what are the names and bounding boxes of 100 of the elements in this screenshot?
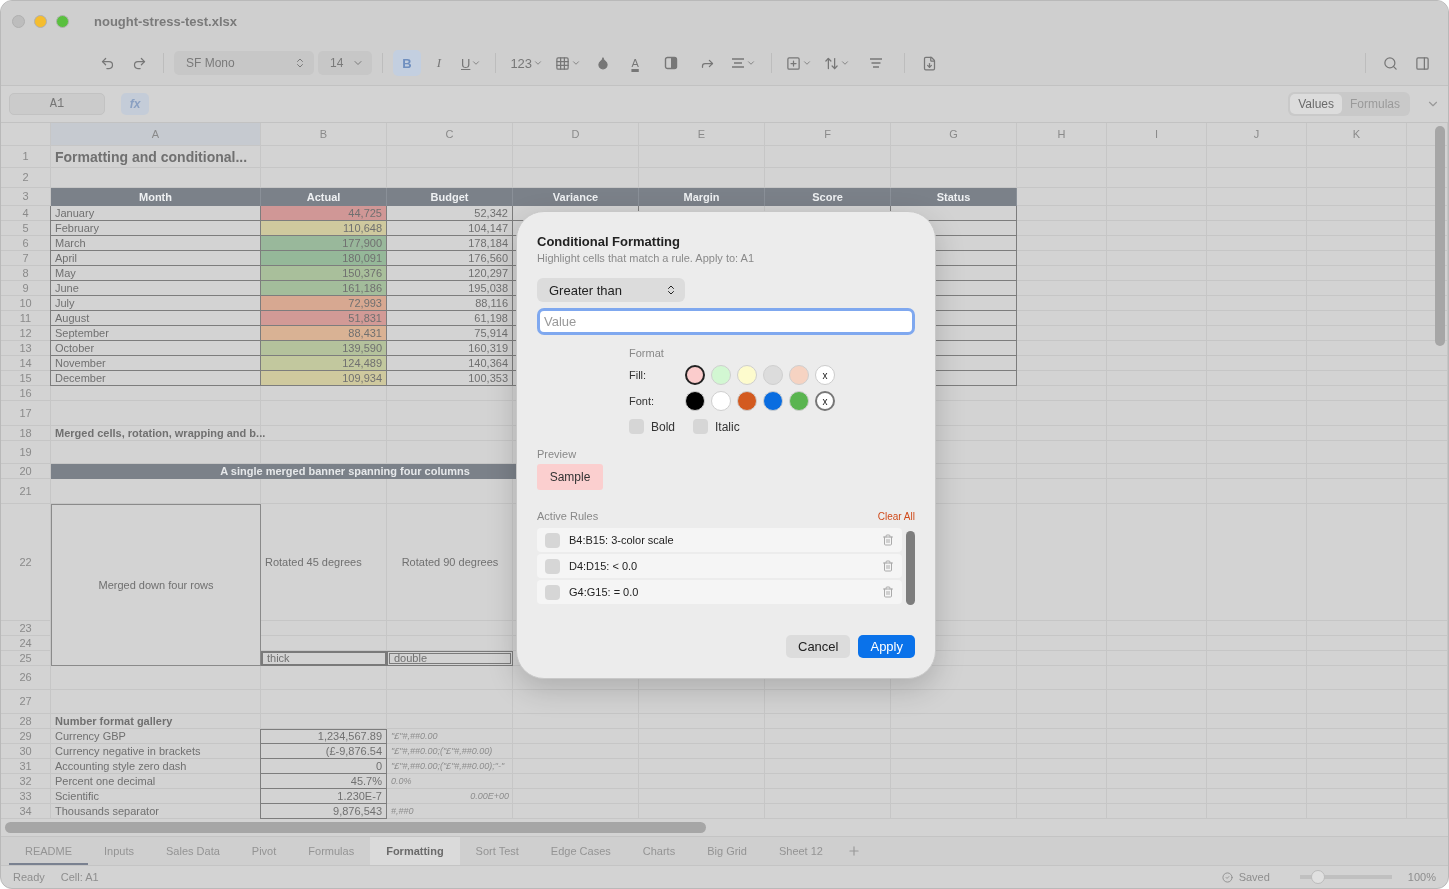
preview-label: Preview <box>537 448 578 460</box>
table-cell: 0 <box>260 758 387 774</box>
delete-icon[interactable] <box>882 560 894 572</box>
table-cell: 1.230E-7 <box>260 788 387 804</box>
delete-icon[interactable] <box>882 586 894 598</box>
table-cell-text: Scientific <box>54 789 101 804</box>
up-down-chevron-icon <box>665 284 677 296</box>
table-cell-text: Rotated 90 degrees <box>400 555 500 571</box>
redo-icon <box>131 55 147 71</box>
table-cell: 9,876,543 <box>260 803 387 819</box>
checkbox[interactable] <box>545 558 560 574</box>
saved-status: Saved <box>1238 871 1270 884</box>
no-fill-swatch[interactable]: x <box>815 365 835 385</box>
section-title: Number format gallery <box>54 714 174 729</box>
rules-label: Active Rules <box>537 510 599 522</box>
font-color-swatch[interactable] <box>763 391 783 411</box>
table-cell-text: Thousands separator <box>54 804 160 819</box>
condition-select[interactable]: Greater than <box>537 278 685 302</box>
plus-icon <box>846 844 861 859</box>
sheet-tab[interactable]: Sort Test <box>459 837 535 866</box>
cell-status: Cell: A1 <box>60 871 99 884</box>
undo-icon <box>99 55 115 71</box>
rule-row[interactable]: G4:G15: = 0.0 <box>537 580 902 604</box>
table-cell: 45.7% <box>260 773 387 789</box>
sheet-tab[interactable]: Big Grid <box>691 837 763 866</box>
bold-button[interactable]: B <box>393 50 421 76</box>
horizontal-scrollbar[interactable] <box>5 821 706 833</box>
filter-icon[interactable] <box>869 57 884 69</box>
window-title: nought-stress-test.xlsx <box>94 13 238 29</box>
dialog-subtitle: Highlight cells that match a rule. Apply to: A1 <box>537 252 756 264</box>
checkbox-label: Bold <box>651 419 676 434</box>
view-toggle-option[interactable]: Values <box>1290 93 1342 114</box>
table-cell: 1,234,567.89 <box>260 728 387 744</box>
font-color-swatch[interactable] <box>711 391 731 411</box>
delete-icon[interactable] <box>882 534 894 546</box>
document-icon <box>921 55 937 71</box>
sheet-tab[interactable]: Formulas <box>292 837 371 866</box>
grid-icon <box>555 55 571 71</box>
format-label: Format <box>629 347 665 359</box>
chevron-down-icon <box>533 58 544 68</box>
format-code: #,##0 <box>390 805 415 819</box>
fill-swatch[interactable] <box>685 365 705 385</box>
align-icon[interactable] <box>730 57 745 69</box>
sheet-tab[interactable]: Edge Cases <box>534 837 627 866</box>
font-color-button[interactable]: A <box>621 50 650 76</box>
table-cell-text: Currency GBP <box>54 729 127 744</box>
value-field[interactable]: Value <box>537 308 915 335</box>
sidebar-icon <box>1414 55 1430 71</box>
table-cell-text: Rotated 45 degrees <box>264 555 363 571</box>
no-font-color-swatch[interactable]: x <box>815 391 835 411</box>
chevron-down-icon <box>571 58 582 68</box>
font-select[interactable]: SF Mono <box>174 51 314 75</box>
clear-all-link[interactable]: Clear All <box>877 510 915 522</box>
zoom-slider-thumb[interactable] <box>1311 870 1326 885</box>
checkbox[interactable] <box>545 532 560 548</box>
table-cell-text: Currency negative in brackets <box>54 744 202 759</box>
checkbox-label: Italic <box>715 419 740 434</box>
rule-row[interactable]: B4:B15: 3-color scale <box>537 528 902 552</box>
chevron-down-icon <box>840 58 851 68</box>
font-color-swatch[interactable] <box>789 391 809 411</box>
chevron-down-icon <box>745 58 756 68</box>
format-code: "£"#,##0.00;("£"#,##0.00) <box>390 745 494 759</box>
font-size-select[interactable]: 14 <box>318 51 372 75</box>
cancel-button[interactable]: Cancel <box>786 635 851 658</box>
close-button[interactable] <box>12 14 25 28</box>
column-header[interactable]: A <box>51 122 261 146</box>
sheet-tab[interactable]: Pivot <box>235 837 293 866</box>
sheet-tab[interactable]: Inputs <box>88 837 151 866</box>
dialog-title: Conditional Formatting <box>537 234 681 249</box>
preview-sample: Sample <box>537 464 603 490</box>
sheet-tab[interactable]: Formatting <box>370 837 460 866</box>
status-text: Ready <box>13 871 45 884</box>
sheet-tab[interactable]: Sales Data <box>150 837 236 866</box>
rules-scrollbar[interactable] <box>906 531 915 605</box>
number-format-button[interactable]: 123 <box>506 50 548 76</box>
format-code: 0.00E+00 <box>469 790 510 804</box>
zoom-button[interactable] <box>56 14 69 28</box>
function-button[interactable]: fx <box>121 92 149 115</box>
rule-row[interactable]: D4:D15: < 0.0 <box>537 554 902 578</box>
table-cell: (£-9,876.54 <box>260 743 387 759</box>
apply-button[interactable]: Apply <box>858 635 915 658</box>
fill-color-icon[interactable] <box>664 56 679 70</box>
sheet-tab[interactable]: Sheet 12 <box>762 837 839 866</box>
underline-button[interactable]: U <box>457 50 486 76</box>
droplet-icon <box>596 56 611 70</box>
chevron-down-icon <box>802 58 813 68</box>
minimize-button[interactable] <box>34 14 47 28</box>
sheet-tab[interactable]: README <box>9 837 89 866</box>
italic-button[interactable]: I <box>425 50 453 76</box>
font-label: Font: <box>629 395 656 407</box>
checkbox[interactable] <box>545 584 560 600</box>
font-color-swatch[interactable] <box>737 391 757 411</box>
table-cell-text: Accounting style zero dash <box>54 759 188 774</box>
sheet-tab[interactable]: Charts <box>626 837 692 866</box>
font-color-swatch[interactable] <box>685 391 705 411</box>
section-title: Formatting and conditional... <box>54 147 249 167</box>
format-code: "£"#,##0.00 <box>390 730 439 744</box>
vertical-scrollbar[interactable] <box>1435 125 1445 346</box>
cell-reference-field[interactable]: A1 <box>9 92 105 115</box>
format-code: 0.0% <box>390 775 413 789</box>
